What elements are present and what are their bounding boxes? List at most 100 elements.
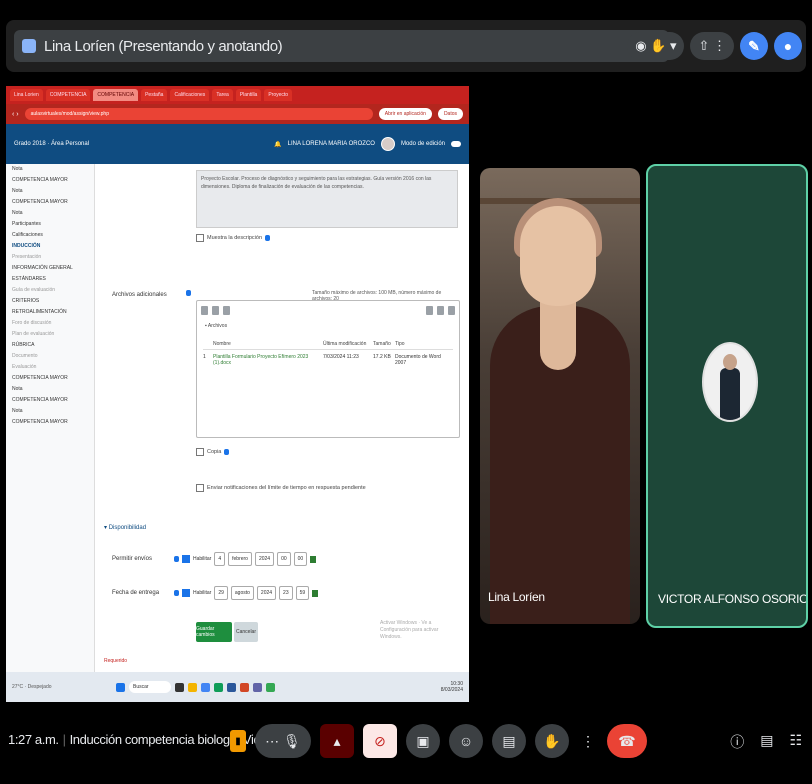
browser-tab[interactable]: Lina Lorien: [10, 89, 43, 101]
camera-options-button[interactable]: ▴: [320, 724, 354, 758]
sidebar-item[interactable]: Participantes: [6, 219, 94, 230]
raise-hand-icon[interactable]: ✋: [535, 724, 569, 758]
present-icon[interactable]: ▤: [492, 724, 526, 758]
calendar-icon[interactable]: [310, 555, 317, 563]
sidebar-item[interactable]: Evaluación: [6, 362, 94, 373]
file-manager[interactable]: ▪ Archivos Nombre Última modificación Ta…: [196, 300, 460, 438]
hang-up-button[interactable]: ☎: [607, 724, 647, 758]
excel-icon[interactable]: [214, 682, 223, 692]
camera-off-button[interactable]: ⊘: [363, 724, 397, 758]
sidebar-item[interactable]: RÚBRICA: [6, 340, 94, 351]
taskview-icon[interactable]: [175, 682, 184, 692]
col-name[interactable]: Nombre: [213, 341, 323, 347]
captions-icon[interactable]: ▣: [406, 724, 440, 758]
sidebar-item[interactable]: INDUCCIÓN: [6, 241, 94, 252]
list-view-icon[interactable]: [437, 305, 444, 315]
moodle-user[interactable]: 🔔 LINA LORENA MARIA OROZCO Modo de edici…: [274, 137, 461, 151]
browser-tab[interactable]: Calificaciones: [170, 89, 210, 101]
add-file-icon[interactable]: [201, 305, 208, 315]
recording-indicator-icon[interactable]: ▮: [230, 730, 246, 752]
word-icon[interactable]: [227, 682, 236, 692]
taskbar-search[interactable]: Buscar: [129, 681, 171, 693]
windows-start-icon[interactable]: [116, 682, 125, 692]
weather-widget[interactable]: 27°C · Despejado: [12, 684, 72, 690]
emoji-icon[interactable]: ☺: [449, 724, 483, 758]
table-row[interactable]: 1 Plantilla Formulario Proyecto Efímero …: [203, 350, 453, 370]
sidebar-item[interactable]: COMPETENCIA MAYOR: [6, 373, 94, 384]
edit-mode-toggle[interactable]: [451, 141, 461, 147]
show-description-row[interactable]: Muestra la descripción: [196, 234, 271, 242]
moodle-avatar[interactable]: [380, 137, 395, 151]
files-help-icon[interactable]: [186, 290, 191, 298]
copy-row[interactable]: Copia: [196, 448, 230, 456]
sidebar-item[interactable]: Nota: [6, 186, 94, 197]
notify-row[interactable]: Enviar notificaciones del límite de tiem…: [196, 484, 366, 492]
sidebar-item[interactable]: CRITERIOS: [6, 296, 94, 307]
profile-button[interactable]: Datos: [437, 108, 463, 120]
allow-month-select[interactable]: febrero: [228, 552, 252, 566]
allow-hour-select[interactable]: 00: [277, 552, 291, 566]
chat-icon[interactable]: ▤: [760, 732, 773, 752]
chrome-icon[interactable]: [201, 682, 210, 692]
sidebar-item[interactable]: Guía de evaluación: [6, 285, 94, 296]
explorer-icon[interactable]: [188, 682, 197, 692]
url-field[interactable]: aulasvirtuales/mod/assign/view.php: [24, 108, 373, 120]
sidebar-item[interactable]: Nota: [6, 164, 94, 175]
sidebar-item[interactable]: INFORMACIÓN GENERAL: [6, 263, 94, 274]
grid-view-icon[interactable]: [426, 305, 433, 315]
info-icon[interactable]: ⓘ: [730, 732, 744, 752]
allow-day-select[interactable]: 4: [214, 552, 226, 566]
sidebar-item[interactable]: COMPETENCIA MAYOR: [6, 395, 94, 406]
account-icon[interactable]: ●: [774, 32, 802, 60]
availability-header[interactable]: ▾ Disponibilidad: [104, 524, 146, 531]
tree-view-icon[interactable]: [448, 305, 455, 315]
sidebar-item[interactable]: COMPETENCIA MAYOR: [6, 197, 94, 208]
help-icon[interactable]: [265, 235, 271, 241]
file-name-link[interactable]: Plantilla Formulario Proyecto Efímero 20…: [213, 354, 323, 366]
browser-tab[interactable]: Pestaña: [141, 89, 168, 101]
due-minute-select[interactable]: 59: [295, 586, 310, 600]
allow-help-icon[interactable]: [174, 556, 179, 562]
sidebar-item[interactable]: ESTÁNDARES: [6, 274, 94, 285]
due-month-select[interactable]: agosto: [230, 586, 254, 600]
description-editor[interactable]: Proyecto Escolar. Proceso de diagnóstico…: [196, 170, 458, 228]
browser-tab[interactable]: Tarea: [212, 89, 233, 101]
download-icon[interactable]: [223, 305, 230, 315]
browser-tab[interactable]: COMPETENCIA: [93, 89, 139, 101]
due-year-select[interactable]: 2024: [256, 586, 277, 600]
copy-help-icon[interactable]: [224, 449, 230, 455]
meet-icon[interactable]: [266, 682, 275, 692]
cancel-button[interactable]: Cancelar: [234, 622, 258, 642]
sidebar-item[interactable]: Plan de evaluación: [6, 329, 94, 340]
reactions-pill[interactable]: ◉ ✋ ▾: [627, 32, 685, 60]
col-type[interactable]: Tipo: [395, 341, 445, 347]
sidebar-item[interactable]: Documento: [6, 351, 94, 362]
activities-icon[interactable]: ☷: [789, 732, 802, 752]
sidebar-item[interactable]: Calificaciones: [6, 230, 94, 241]
annotate-icon[interactable]: ✎: [740, 32, 768, 60]
browser-tab[interactable]: Plantilla: [235, 89, 262, 101]
sidebar-item[interactable]: COMPETENCIA MAYOR: [6, 417, 94, 428]
due-day-select[interactable]: 29: [214, 586, 228, 600]
participant-tile-active-speaker[interactable]: VICTOR ALFONSO OSORIO ACE...: [646, 164, 808, 628]
powerpoint-icon[interactable]: [240, 682, 249, 692]
col-modified[interactable]: Última modificación: [323, 341, 373, 347]
show-description-checkbox[interactable]: [196, 234, 204, 242]
sidebar-item[interactable]: Nota: [6, 208, 94, 219]
layout-pill[interactable]: ⇧ ⋮: [690, 32, 734, 60]
browser-tab[interactable]: COMPETENCIA: [45, 89, 91, 101]
allow-year-select[interactable]: 2024: [254, 552, 275, 566]
due-hour-select[interactable]: 23: [279, 586, 293, 600]
sidebar-item[interactable]: COMPETENCIA MAYOR: [6, 175, 94, 186]
create-folder-icon[interactable]: [212, 305, 219, 315]
allow-minute-select[interactable]: 00: [293, 552, 308, 566]
col-size[interactable]: Tamaño: [373, 341, 395, 347]
sidebar-item[interactable]: Nota: [6, 406, 94, 417]
teams-icon[interactable]: [253, 682, 262, 692]
folder-path[interactable]: ▪ Archivos: [205, 323, 227, 329]
system-tray[interactable]: 10:30 8/03/2024: [441, 681, 463, 693]
participant-tile[interactable]: Lina Loríen: [480, 168, 640, 624]
moodle-breadcrumb[interactable]: Grado 2018 · Área Personal: [14, 141, 89, 147]
due-help-icon[interactable]: [174, 590, 179, 596]
more-options-icon[interactable]: ⋮: [578, 724, 598, 758]
